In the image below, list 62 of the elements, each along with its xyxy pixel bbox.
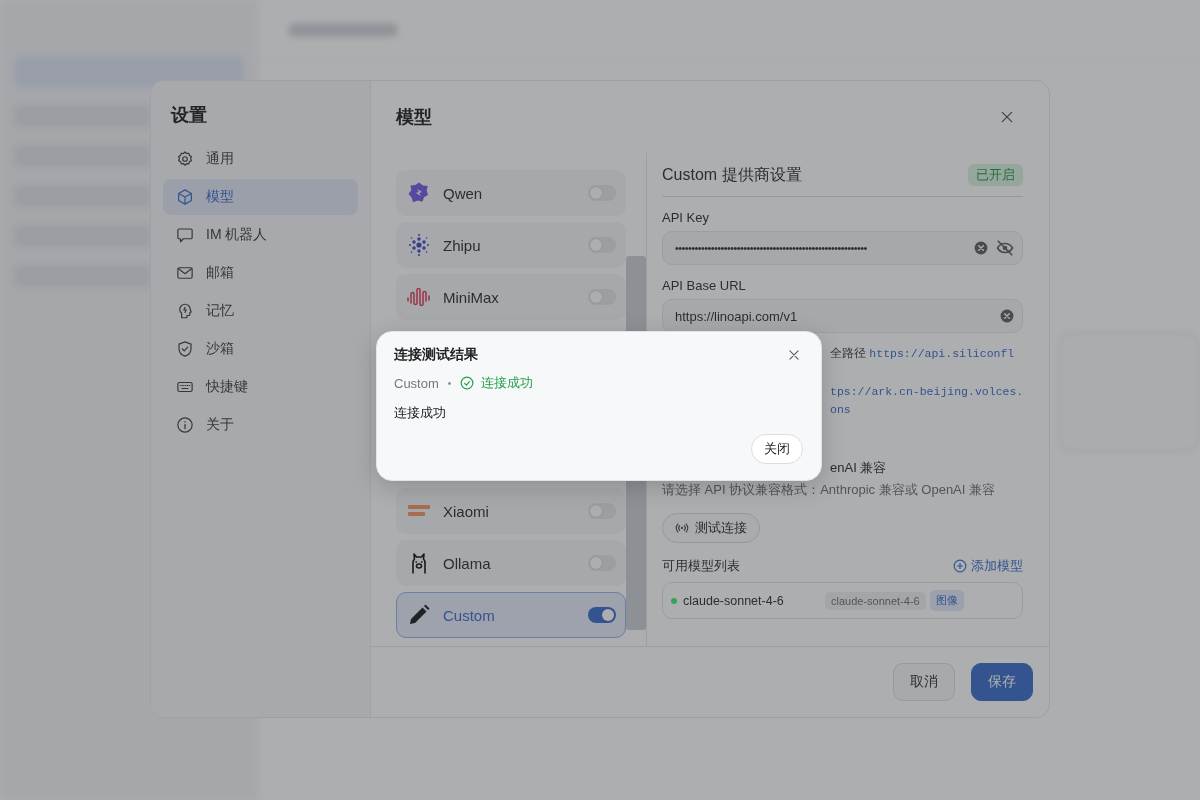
add-model-link[interactable]: 添加模型 <box>953 557 1024 575</box>
signal-waves-icon <box>675 521 689 535</box>
provider-name: Custom <box>394 375 439 391</box>
nav-item[interactable]: 通用 <box>163 141 358 177</box>
provider-item[interactable]: Qwen <box>396 170 626 216</box>
clear-icon <box>974 241 989 255</box>
field-label: enAI 兼容 <box>830 460 887 475</box>
provider-item[interactable]: Ollama <box>396 540 626 586</box>
close-dialog-button[interactable]: 关闭 <box>751 434 803 464</box>
capability-tag: 图像 <box>929 590 964 611</box>
close-icon <box>999 109 1015 125</box>
format-hint: 请选择 API 协议兼容格式：Anthropic 兼容或 OpenAI 兼容 <box>662 481 997 499</box>
plus-circle-icon <box>953 559 968 573</box>
pencil-icon <box>407 603 431 627</box>
save-button[interactable]: 保存 <box>971 663 1033 701</box>
url-link[interactable]: https://api.siliconfl <box>869 347 1015 360</box>
clear-icon <box>1000 309 1015 323</box>
nav-item[interactable]: 关于 <box>163 407 358 443</box>
gear-icon <box>176 150 194 168</box>
url-link[interactable]: tps://ark.cn-beijing.volces. <box>830 385 1024 398</box>
dialog-title: 连接测试结果 <box>394 346 478 364</box>
model-id-tag: claude-sonnet-4-6 <box>825 591 926 610</box>
separator-dot: • <box>447 377 452 389</box>
shield-icon <box>176 340 194 358</box>
nav-item[interactable]: 记忆 <box>163 293 358 329</box>
test-connection-button[interactable]: 测试连接 <box>662 513 760 543</box>
result-message: 连接成功 <box>394 404 447 422</box>
panel-title: Custom 提供商设置 <box>662 164 802 185</box>
url-link[interactable]: ons <box>830 403 851 416</box>
dot-cluster-icon <box>407 233 431 257</box>
field-label: API Base URL <box>662 278 747 293</box>
provider-item[interactable]: Zhipu <box>396 222 626 268</box>
eye-off-icon <box>996 239 1015 257</box>
envelope-icon <box>176 264 194 282</box>
toggle-switch[interactable] <box>588 607 616 623</box>
model-name: claude-sonnet-4-6 <box>683 593 785 608</box>
api-key-field[interactable]: ••••••••••••••••••••••••••••••••••••••••••••••••••••••••••• <box>662 231 1024 265</box>
toggle-switch[interactable] <box>588 503 616 519</box>
close-icon <box>787 348 801 362</box>
waveform-logo-icon <box>407 285 431 309</box>
info-icon <box>176 416 194 434</box>
provider-item[interactable]: Xiaomi <box>396 488 626 534</box>
section-title: 模型 <box>396 106 432 129</box>
field-label: API Key <box>662 210 710 225</box>
brain-icon <box>176 302 194 320</box>
provider-item[interactable]: Custom <box>396 592 626 638</box>
settings-title: 设置 <box>171 104 207 127</box>
nav-item[interactable]: 沙箱 <box>163 331 358 367</box>
chat-bubble-icon <box>176 226 194 244</box>
section-label: 可用模型列表 <box>662 557 740 575</box>
status-badge: 已开启 <box>968 164 1024 186</box>
base-url-field[interactable]: https://linoapi.com/v1 <box>662 299 1024 333</box>
star-logo-icon <box>407 181 431 205</box>
nav-item[interactable]: 模型 <box>163 179 358 215</box>
nav-item[interactable]: IM 机器人 <box>163 217 358 253</box>
status-text: 连接成功 <box>481 374 534 392</box>
nav-item[interactable]: 邮箱 <box>163 255 358 291</box>
provider-item[interactable]: MiniMax <box>396 274 626 320</box>
check-circle-icon <box>460 376 475 390</box>
cancel-button[interactable]: 取消 <box>893 663 955 701</box>
nav-item[interactable]: 快捷键 <box>163 369 358 405</box>
cube-icon <box>176 188 194 206</box>
